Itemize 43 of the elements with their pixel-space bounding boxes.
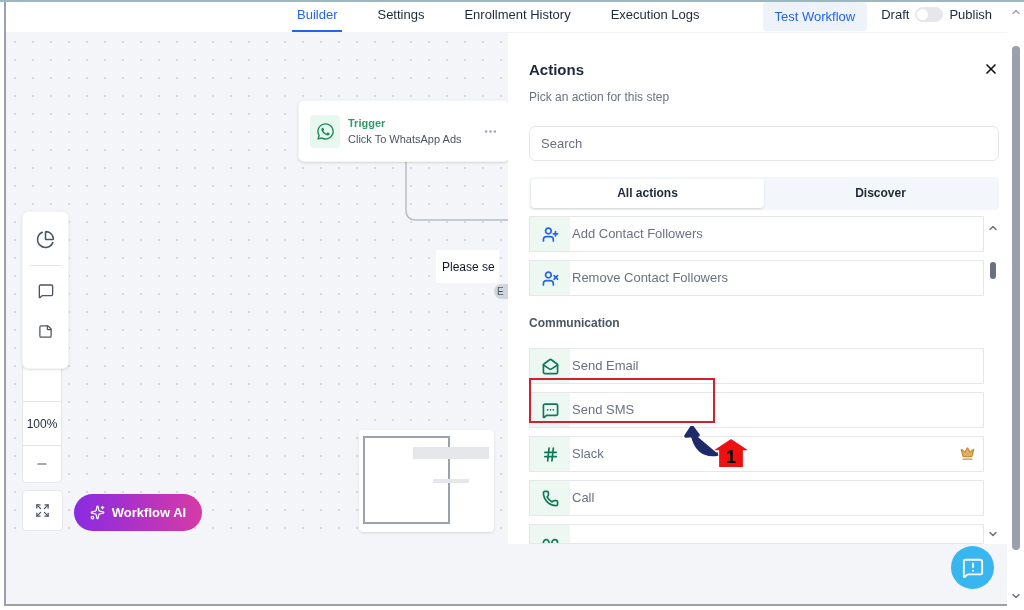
action-item[interactable]: Send Email [529,347,984,384]
nav-tab[interactable]: Settings [372,2,430,32]
close-icon[interactable] [983,61,999,77]
comment-icon[interactable] [37,283,54,299]
help-chat-button[interactable] [951,546,994,589]
action-label: Send SMS [571,400,636,419]
panel-subtitle: Pick an action for this step [529,88,671,106]
action-label: Call [571,488,596,507]
action-label: Slack [571,444,605,463]
sparkles-icon [89,505,105,520]
hint-text: Please se [436,250,499,283]
publish-label: Publish [949,6,993,24]
action-item[interactable]: Send SMS [529,391,984,428]
panel-title: Actions [529,60,584,80]
sticky-note-icon[interactable] [38,324,53,339]
action-item[interactable]: Add Contact Followers [529,215,984,252]
test-workflow-button[interactable]: Test Workflow [762,2,868,31]
panel-tab[interactable]: Discover [764,178,997,208]
nav-tab[interactable]: Execution Logs [605,2,705,32]
action-label: Add Contact Followers [571,224,704,243]
trigger-title: Trigger [348,115,387,131]
search-field[interactable]: Search [529,125,999,161]
trigger-subtitle: Click To WhatsApp Ads [348,132,463,147]
action-label: Remove Contact Followers [571,268,730,287]
chat-info-icon [961,556,984,579]
publish-switch[interactable] [915,7,944,23]
panel-tab[interactable]: All actions [531,178,764,208]
workflow-ai-button[interactable]: Workflow AI [74,494,202,531]
action-item[interactable]: Remove Contact Followers [529,259,984,296]
expand-icon [35,503,50,518]
curved-arrow [684,426,720,458]
zoom-level: 100% [23,402,61,446]
edge-badge: E [494,284,508,299]
chat-bubble-icon [315,121,335,141]
trigger-node[interactable]: Trigger Click To WhatsApp Ads [298,100,510,162]
group-heading: Communication [529,314,621,332]
draft-label: Draft [881,6,910,24]
pie-chart-icon[interactable] [36,230,55,249]
fit-view-button[interactable] [22,490,63,531]
nav-tab[interactable]: Enrollment History [459,2,576,32]
action-label: Send Email [571,356,640,375]
scroll-thumb[interactable] [990,261,996,279]
action-item[interactable]: Call [529,479,984,516]
